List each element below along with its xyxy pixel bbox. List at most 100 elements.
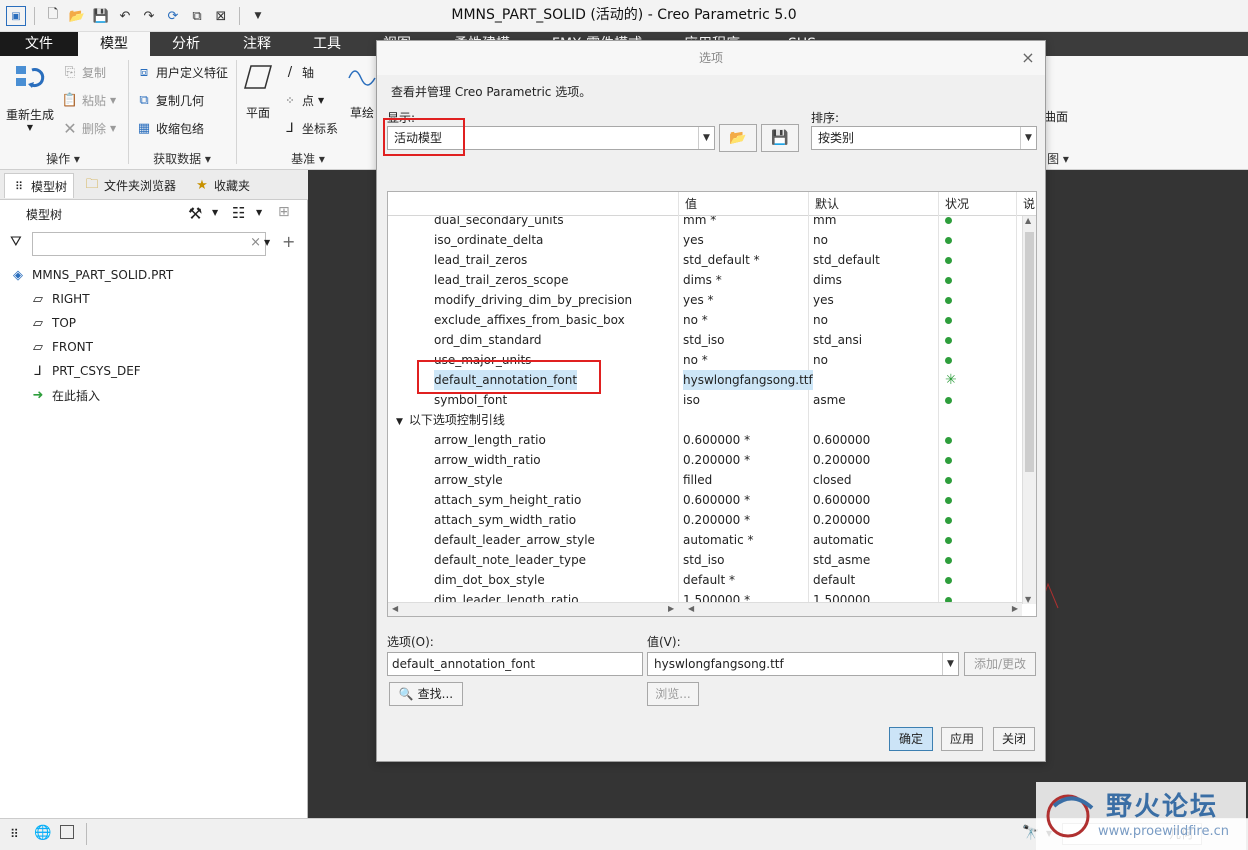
horizontal-scrollbar[interactable]: ◀ ▶ ◀ ▶: [388, 602, 1022, 616]
redo-icon[interactable]: ↷: [139, 6, 159, 26]
operations-group-label[interactable]: 操作 ▾: [0, 150, 126, 168]
open-folder-icon[interactable]: 📂: [67, 6, 87, 26]
search-dropdown-icon[interactable]: ▼: [264, 238, 270, 247]
table-row[interactable]: arrow_style filled closed: [388, 470, 1022, 490]
add-filter-icon[interactable]: +: [282, 232, 295, 251]
option-input[interactable]: default_annotation_font: [387, 652, 643, 676]
filter-icon[interactable]: ⛛: [10, 234, 22, 250]
tab-tools[interactable]: 工具: [292, 32, 362, 56]
sort-combo[interactable]: 按类别 ▼: [811, 126, 1037, 150]
copy-button[interactable]: ⎘ 复制: [62, 60, 106, 84]
tree-show-dropdown-icon[interactable]: ▼: [256, 208, 262, 217]
table-row[interactable]: default_note_leader_type std_iso std_asme: [388, 550, 1022, 570]
vertical-scrollbar[interactable]: ▲ ▼: [1022, 216, 1036, 604]
regenerate-dropdown-icon[interactable]: ▼: [27, 123, 33, 132]
customize-qat-icon[interactable]: ▼: [248, 6, 268, 26]
tree-node-top[interactable]: ▱ TOP: [30, 312, 76, 334]
table-row[interactable]: attach_sym_height_ratio 0.600000 * 0.60000…: [388, 490, 1022, 510]
table-row[interactable]: dual_secondary_units mm * mm: [388, 216, 1022, 230]
delete-button[interactable]: ✕ 删除 ▼: [62, 116, 116, 140]
undo-icon[interactable]: ↶: [115, 6, 135, 26]
collapse-icon[interactable]: ▼: [396, 417, 403, 427]
tab-model-tree[interactable]: ⠿ 模型树: [4, 173, 75, 198]
windows-icon[interactable]: ⧉: [187, 6, 207, 26]
tree-settings-icon[interactable]: ⚒: [188, 204, 202, 223]
plane-button[interactable]: 平面: [240, 64, 276, 121]
tree-node-part[interactable]: ◈ MMNS_PART_SOLID.PRT: [10, 264, 173, 286]
find-button[interactable]: 🔍 查找...: [389, 682, 463, 706]
table-row[interactable]: dim_dot_box_style default * default: [388, 570, 1022, 590]
tab-analysis[interactable]: 分析: [150, 32, 222, 56]
tab-annotate[interactable]: 注释: [222, 32, 292, 56]
axis-button[interactable]: / 轴: [282, 60, 314, 84]
value-combo[interactable]: hyswlongfangsong.ttf ▼: [647, 652, 959, 676]
save-icon[interactable]: 💾: [91, 6, 111, 26]
close-window-icon[interactable]: ⊠: [211, 6, 231, 26]
scroll-right-icon[interactable]: ▶: [1012, 604, 1018, 613]
scroll-left-icon[interactable]: ◀: [688, 604, 694, 613]
scrollbar-thumb[interactable]: [1025, 232, 1034, 472]
point-button[interactable]: ⁘ 点 ▼: [282, 88, 324, 112]
tab-favorites[interactable]: ★ 收藏夹: [188, 173, 256, 198]
table-row[interactable]: arrow_length_ratio 0.600000 * 0.600000: [388, 430, 1022, 450]
dialog-close-icon[interactable]: ×: [1019, 49, 1037, 67]
table-group-row[interactable]: ▼ 以下选项控制引线: [388, 410, 1022, 430]
tree-node-right[interactable]: ▱ RIGHT: [30, 288, 90, 310]
table-row[interactable]: modify_driving_dim_by_precision yes * yes: [388, 290, 1022, 310]
col-default-header[interactable]: 默认: [808, 192, 938, 216]
toggle-navigator-icon[interactable]: ⠿: [10, 827, 19, 841]
shrinkwrap-button[interactable]: ▦ 收缩包络: [136, 116, 204, 140]
scroll-up-icon[interactable]: ▲: [1025, 216, 1031, 225]
table-row[interactable]: iso_ordinate_delta yes no: [388, 230, 1022, 250]
table-row[interactable]: lead_trail_zeros std_default * std_default: [388, 250, 1022, 270]
col-desc-header[interactable]: 说: [1016, 192, 1036, 216]
col-option-header[interactable]: [388, 192, 678, 216]
surface-label-partial[interactable]: 曲面: [1044, 104, 1068, 128]
save-config-button[interactable]: 💾: [761, 124, 799, 152]
close-button[interactable]: 关闭: [993, 727, 1035, 751]
tab-model[interactable]: 模型: [78, 32, 150, 56]
clear-search-icon[interactable]: ×: [250, 235, 261, 250]
copy-geometry-button[interactable]: ⧉ 复制几何: [136, 88, 204, 112]
open-config-button[interactable]: 📂: [719, 124, 757, 152]
tree-node-front[interactable]: ▱ FRONT: [30, 336, 93, 358]
udf-button[interactable]: ⧈ 用户定义特征: [136, 60, 228, 84]
col-value-header[interactable]: 值: [678, 192, 808, 216]
app-icon[interactable]: ▣: [6, 6, 26, 26]
add-change-button[interactable]: 添加/更改: [964, 652, 1036, 676]
table-row[interactable]: attach_sym_width_ratio 0.200000 * 0.200000: [388, 510, 1022, 530]
tree-search-input[interactable]: ×: [32, 232, 266, 256]
table-row[interactable]: arrow_width_ratio 0.200000 * 0.200000: [388, 450, 1022, 470]
point-icon: ⁘: [285, 93, 295, 107]
sketch-button[interactable]: 草绘: [346, 64, 378, 121]
tree-columns-icon[interactable]: ⊞: [278, 204, 290, 220]
apply-button[interactable]: 应用: [941, 727, 983, 751]
new-file-icon[interactable]: 🗋: [43, 6, 63, 26]
tree-settings-dropdown-icon[interactable]: ▼: [212, 208, 218, 217]
scroll-down-icon[interactable]: ▼: [1025, 595, 1031, 604]
scroll-left-icon[interactable]: ◀: [392, 604, 398, 613]
tree-node-insert-here[interactable]: ➜ 在此插入: [30, 384, 100, 406]
get-data-group-label[interactable]: 获取数据 ▾: [130, 150, 234, 168]
csys-button[interactable]: ⅃ 坐标系: [282, 116, 338, 140]
tree-show-icon[interactable]: ☷: [232, 204, 245, 222]
tree-node-csys[interactable]: ⅃ PRT_CSYS_DEF: [30, 360, 140, 382]
browse-button[interactable]: 浏览...: [647, 682, 699, 706]
table-row[interactable]: lead_trail_zeros_scope dims * dims: [388, 270, 1022, 290]
table-row[interactable]: default_leader_arrow_style automatic * aut…: [388, 530, 1022, 550]
fullscreen-icon[interactable]: [60, 825, 74, 839]
tab-folder-browser[interactable]: 🗀 文件夹浏览器: [78, 173, 182, 198]
col-status-header[interactable]: 状况: [938, 192, 1016, 216]
datum-group-label[interactable]: 基准 ▾: [238, 150, 378, 168]
tab-file[interactable]: 文件: [0, 32, 78, 56]
right-group-label-partial[interactable]: 图 ▾: [1044, 150, 1072, 168]
table-row[interactable]: exclude_affixes_from_basic_box no * no: [388, 310, 1022, 330]
browser-icon[interactable]: 🌐: [34, 825, 51, 841]
regenerate-small-icon[interactable]: ⟳: [163, 6, 183, 26]
table-row[interactable]: ord_dim_standard std_iso std_ansi: [388, 330, 1022, 350]
regenerate-button[interactable]: 重新生成 ▼: [4, 62, 56, 132]
scroll-right-icon[interactable]: ▶: [668, 604, 674, 613]
options-table[interactable]: 值 默认 状况 说 dual_secondary_units mm * mm iso…: [387, 191, 1037, 617]
ok-button[interactable]: 确定: [889, 727, 933, 751]
paste-button[interactable]: 📋 粘贴 ▼: [62, 88, 116, 112]
